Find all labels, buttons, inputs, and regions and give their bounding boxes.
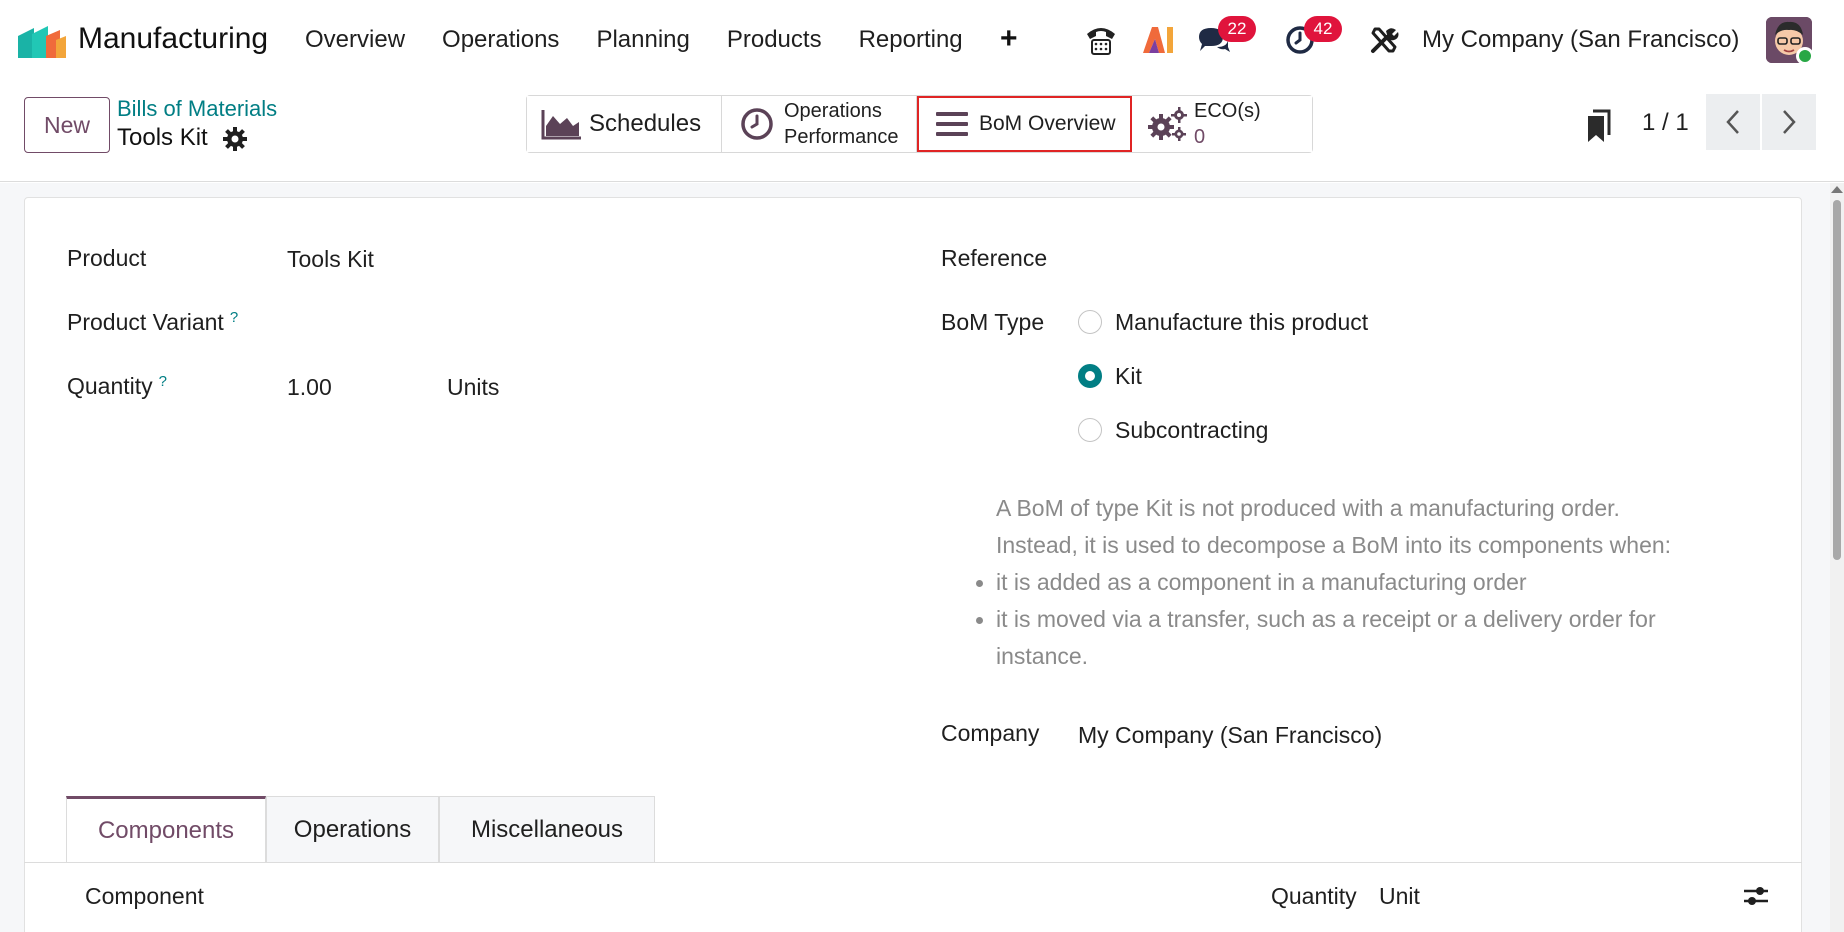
plus-icon[interactable]: +	[1000, 22, 1018, 56]
control-panel: New Bills of Materials Tools Kit Schedul…	[0, 82, 1844, 182]
bars-icon	[931, 107, 973, 141]
reference-label: Reference	[941, 245, 1048, 271]
cogs-icon	[1146, 107, 1188, 141]
bom-type-manufacture-label[interactable]: Manufacture this product	[1115, 309, 1368, 336]
tab-divider	[24, 862, 1802, 863]
area-chart-icon	[541, 107, 583, 141]
company-label: Company	[941, 720, 1040, 746]
notebook-tabs: Components Operations Miscellaneous	[66, 796, 655, 862]
bom-type-kit-label[interactable]: Kit	[1115, 363, 1142, 390]
operations-performance-button[interactable]: Operations Performance	[722, 96, 917, 152]
gear-icon[interactable]	[222, 126, 248, 152]
manufacturing-app-icon[interactable]	[18, 24, 66, 58]
phone-icon[interactable]	[1083, 22, 1119, 58]
product-variant-label: Product Variant?	[67, 309, 238, 336]
variant-help-icon[interactable]: ?	[230, 309, 238, 326]
product-label: Product	[67, 245, 147, 271]
help-bullet-1: it is added as a component in a manufact…	[976, 564, 1736, 601]
product-field[interactable]: Tools Kit	[287, 246, 374, 273]
debug-tools-icon[interactable]	[1366, 22, 1402, 58]
menu-reporting[interactable]: Reporting	[859, 26, 963, 54]
company-field[interactable]: My Company (San Francisco)	[1078, 722, 1382, 749]
quantity-unit-field[interactable]: Units	[447, 374, 499, 401]
bom-type-help-text: A BoM of type Kit is not produced with a…	[976, 490, 1736, 675]
quantity-help-icon[interactable]: ?	[159, 373, 167, 390]
help-line-2: Instead, it is used to decompose a BoM i…	[996, 532, 1672, 558]
quantity-field[interactable]: 1.00	[287, 374, 332, 401]
bom-type-subcontracting-label[interactable]: Subcontracting	[1115, 417, 1268, 444]
tab-operations[interactable]: Operations	[266, 796, 439, 862]
menu-planning[interactable]: Planning	[596, 26, 689, 54]
column-header-quantity[interactable]: Quantity	[1271, 883, 1357, 910]
messages-icon[interactable]: 22	[1196, 16, 1256, 58]
quantity-label-text: Quantity	[67, 373, 153, 399]
eco-label: ECO(s)	[1194, 100, 1261, 122]
menu-products[interactable]: Products	[727, 26, 822, 54]
bom-type-manufacture-radio[interactable]	[1078, 310, 1102, 334]
menu-overview[interactable]: Overview	[305, 26, 405, 54]
pager-value[interactable]: 1 / 1	[1642, 109, 1689, 137]
pager-previous-button[interactable]	[1706, 94, 1760, 150]
schedules-label: Schedules	[589, 110, 702, 137]
tab-miscellaneous[interactable]: Miscellaneous	[439, 796, 655, 862]
column-header-component[interactable]: Component	[85, 883, 204, 910]
bom-overview-button[interactable]: BoM Overview	[917, 96, 1132, 152]
bom-type-kit-radio[interactable]	[1078, 364, 1102, 388]
bom-type-subcontracting-radio[interactable]	[1078, 418, 1102, 442]
eco-button[interactable]: ECO(s) 0	[1132, 96, 1312, 152]
chevron-right-icon	[1783, 110, 1796, 134]
operations-performance-label-2: Performance	[784, 126, 899, 148]
smart-button-box: Schedules Operations Performance BoM Ove…	[526, 95, 1313, 153]
tab-components[interactable]: Components	[66, 796, 266, 862]
online-status-dot	[1796, 47, 1814, 65]
schedules-button[interactable]: Schedules	[527, 96, 722, 152]
breadcrumb-bills-of-materials[interactable]: Bills of Materials	[117, 96, 277, 122]
activity-clock-icon[interactable]: 42	[1282, 16, 1342, 58]
bom-overview-label: BoM Overview	[979, 112, 1116, 135]
app-name[interactable]: Manufacturing	[78, 22, 268, 56]
bookmark-icon[interactable]	[1585, 109, 1613, 143]
user-avatar[interactable]	[1766, 17, 1814, 65]
eco-count: 0	[1194, 126, 1206, 148]
messages-badge: 22	[1218, 16, 1256, 42]
scroll-up-arrow[interactable]	[1831, 186, 1843, 193]
ai-icon[interactable]	[1140, 22, 1176, 58]
top-navbar: Manufacturing Overview Operations Planni…	[0, 0, 1844, 82]
bom-type-label: BoM Type	[941, 309, 1045, 335]
scrollbar-thumb[interactable]	[1833, 200, 1841, 560]
column-settings-icon[interactable]	[1742, 883, 1770, 909]
new-button[interactable]: New	[24, 97, 110, 153]
menu-operations[interactable]: Operations	[442, 26, 559, 54]
help-line-1: A BoM of type Kit is not produced with a…	[996, 495, 1620, 521]
activities-badge: 42	[1304, 16, 1342, 42]
column-header-unit[interactable]: Unit	[1379, 883, 1420, 910]
pager-next-button[interactable]	[1762, 94, 1816, 150]
help-bullet-2b: instance.	[996, 643, 1089, 669]
company-switcher[interactable]: My Company (San Francisco)	[1422, 26, 1739, 54]
help-bullet-2a: it is moved via a transfer, such as a re…	[976, 601, 1736, 638]
clock-icon	[736, 107, 778, 141]
record-title: Tools Kit	[117, 124, 208, 151]
quantity-label: Quantity?	[67, 373, 167, 400]
operations-performance-label-1: Operations	[784, 100, 882, 122]
chevron-left-icon	[1726, 110, 1739, 134]
product-variant-label-text: Product Variant	[67, 309, 224, 335]
main-menu: Overview Operations Planning Products Re…	[305, 26, 1000, 54]
